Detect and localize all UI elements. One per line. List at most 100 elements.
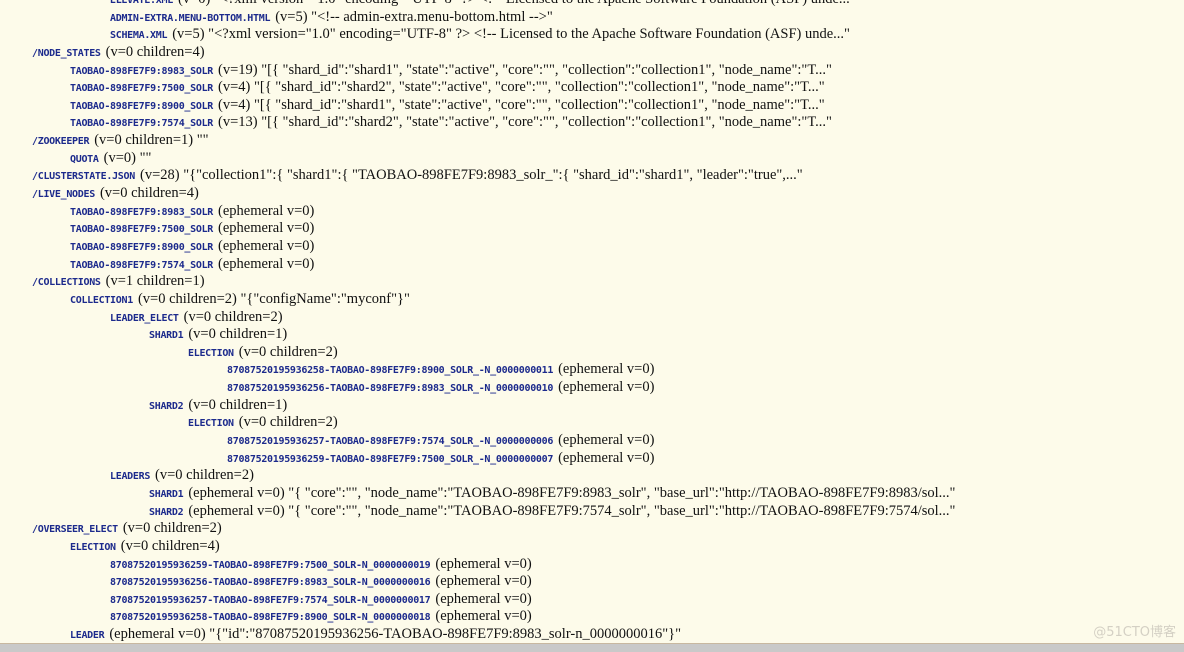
node-name-link[interactable]: SHARD1	[149, 489, 184, 500]
tree-node: 87087520195936256-TAOBAO-898FE7F9:8983_S…	[0, 573, 1184, 591]
node-name-link[interactable]: 87087520195936258-TAOBAO-898FE7F9:8900_S…	[227, 365, 553, 376]
tree-node: QUOTA (v=0) ""	[0, 150, 1184, 168]
node-meta: (ephemeral v=0)	[218, 220, 315, 237]
node-meta: (v=0 children=4)	[105, 43, 205, 60]
node-name-link[interactable]: LEADER_ELECT	[110, 313, 179, 324]
tree-node: TAOBAO-898FE7F9:7574_SOLR (v=13) "[{ "sha…	[0, 114, 1184, 132]
node-meta: (v=0 children=2)	[155, 467, 254, 484]
node-name-link[interactable]: 87087520195936257-TAOBAO-898FE7F9:7574_S…	[227, 436, 553, 447]
node-name-link[interactable]: SCHEMA.XML	[110, 30, 168, 41]
tree-node: SHARD1 (ephemeral v=0) "{ "core":"", "nod…	[0, 485, 1184, 503]
node-meta: (v=4) "[{ "shard_id":"shard2", "state":"…	[218, 79, 825, 96]
tree-node: LEADERS (v=0 children=2)	[0, 467, 1184, 485]
tree-node: /ZOOKEEPER (v=0 children=1) ""	[0, 132, 1184, 150]
node-name-link[interactable]: TAOBAO-898FE7F9:8900_SOLR	[70, 101, 213, 112]
node-meta: (ephemeral v=0)	[558, 432, 655, 449]
node-name-link[interactable]: /COLLECTIONS	[32, 277, 101, 288]
node-name-link[interactable]: ELEVATE.XML	[110, 0, 173, 6]
node-name-link[interactable]: ELECTION	[70, 542, 116, 553]
tree-node: TAOBAO-898FE7F9:8983_SOLR (v=19) "[{ "sha…	[0, 62, 1184, 80]
node-meta: (v=0 children=1) ""	[94, 132, 209, 149]
node-name-link[interactable]: SHARD2	[149, 401, 184, 412]
node-name-link[interactable]: /NODE_STATES	[32, 48, 101, 59]
tree-node: 87087520195936257-TAOBAO-898FE7F9:7574_S…	[0, 591, 1184, 609]
tree-node: SHARD2 (v=0 children=1)	[0, 397, 1184, 415]
node-meta: (v=0 children=2)	[183, 308, 283, 325]
node-name-link[interactable]: /OVERSEER_ELECT	[32, 524, 118, 535]
node-name-link[interactable]: TAOBAO-898FE7F9:8900_SOLR	[70, 242, 213, 253]
node-meta: (v=28) "{"collection1":{ "shard1":{ "TAO…	[139, 167, 803, 184]
tree-node: ELEVATE.XML (v=0) "<?xml version="1.0" en…	[0, 0, 1184, 9]
node-meta: (ephemeral v=0)	[558, 379, 655, 396]
tree-node: 87087520195936259-TAOBAO-898FE7F9:7500_S…	[0, 556, 1184, 574]
tree-node: ADMIN-EXTRA.MENU-BOTTOM.HTML (v=5) "<!-- …	[0, 9, 1184, 27]
tree-node: /COLLECTIONS (v=1 children=1)	[0, 273, 1184, 291]
tree-node: TAOBAO-898FE7F9:7574_SOLR (ephemeral v=0)	[0, 256, 1184, 274]
tree-node: LEADER (ephemeral v=0) "{"id":"8708752019…	[0, 626, 1184, 644]
node-name-link[interactable]: /ZOOKEEPER	[32, 136, 90, 147]
tree-node: ELECTION (v=0 children=2)	[0, 414, 1184, 432]
node-name-link[interactable]: LEADERS	[110, 471, 150, 482]
node-meta: (v=0 children=1)	[188, 326, 288, 343]
tree-node: TAOBAO-898FE7F9:7500_SOLR (v=4) "[{ "shar…	[0, 79, 1184, 97]
tree-node: SCHEMA.XML (v=5) "<?xml version="1.0" enc…	[0, 26, 1184, 44]
node-name-link[interactable]: SHARD2	[149, 507, 184, 518]
node-name-link[interactable]: 87087520195936256-TAOBAO-898FE7F9:8983_S…	[227, 383, 553, 394]
watermark: @51CTO博客	[1093, 625, 1176, 640]
node-meta: (v=19) "[{ "shard_id":"shard1", "state":…	[218, 61, 832, 78]
node-meta: (ephemeral v=0)	[558, 449, 655, 466]
node-name-link[interactable]: 87087520195936256-TAOBAO-898FE7F9:8983_S…	[110, 577, 431, 588]
node-name-link[interactable]: /LIVE_NODES	[32, 189, 95, 200]
node-name-link[interactable]: SHARD1	[149, 330, 184, 341]
tree-node: LEADER_ELECT (v=0 children=2)	[0, 309, 1184, 327]
tree-node: /LIVE_NODES (v=0 children=4)	[0, 185, 1184, 203]
node-name-link[interactable]: TAOBAO-898FE7F9:7500_SOLR	[70, 83, 213, 94]
node-meta: (v=0) ""	[103, 149, 152, 166]
tree-node: /CLUSTERSTATE.JSON (v=28) "{"collection1"…	[0, 167, 1184, 185]
node-meta: (v=13) "[{ "shard_id":"shard2", "state":…	[218, 114, 832, 131]
tree-node: COLLECTION1 (v=0 children=2) "{"configNam…	[0, 291, 1184, 309]
node-name-link[interactable]: TAOBAO-898FE7F9:8983_SOLR	[70, 207, 213, 218]
node-name-link[interactable]: ELECTION	[188, 348, 234, 359]
tree-node: ELECTION (v=0 children=4)	[0, 538, 1184, 556]
node-name-link[interactable]: 87087520195936259-TAOBAO-898FE7F9:7500_S…	[110, 560, 431, 571]
node-meta: (v=0 children=4)	[99, 185, 199, 202]
node-name-link[interactable]: 87087520195936258-TAOBAO-898FE7F9:8900_S…	[110, 612, 431, 623]
node-name-link[interactable]: TAOBAO-898FE7F9:7500_SOLR	[70, 224, 213, 235]
node-meta: (ephemeral v=0)	[435, 590, 532, 607]
tree-node: SHARD2 (ephemeral v=0) "{ "core":"", "nod…	[0, 503, 1184, 521]
node-name-link[interactable]: ADMIN-EXTRA.MENU-BOTTOM.HTML	[110, 13, 270, 24]
node-meta: (ephemeral v=0)	[435, 608, 532, 625]
node-meta: (v=5) "<!-- admin-extra.menu-bottom.html…	[275, 8, 553, 25]
node-meta: (ephemeral v=0)	[435, 573, 532, 590]
node-meta: (ephemeral v=0)	[218, 237, 315, 254]
zookeeper-tree: ELEVATE.XML (v=0) "<?xml version="1.0" en…	[0, 0, 1184, 644]
node-meta: (v=0 children=2)	[238, 414, 338, 431]
node-name-link[interactable]: TAOBAO-898FE7F9:7574_SOLR	[70, 260, 213, 271]
node-meta: (v=0 children=2)	[238, 343, 338, 360]
node-name-link[interactable]: COLLECTION1	[70, 295, 133, 306]
node-name-link[interactable]: LEADER	[70, 630, 105, 641]
node-meta: (v=0 children=2)	[122, 520, 222, 537]
node-meta: (ephemeral v=0)	[558, 361, 655, 378]
node-name-link[interactable]: TAOBAO-898FE7F9:7574_SOLR	[70, 118, 213, 129]
node-name-link[interactable]: 87087520195936259-TAOBAO-898FE7F9:7500_S…	[227, 454, 553, 465]
tree-node: /NODE_STATES (v=0 children=4)	[0, 44, 1184, 62]
tree-node: 87087520195936257-TAOBAO-898FE7F9:7574_S…	[0, 432, 1184, 450]
node-name-link[interactable]: 87087520195936257-TAOBAO-898FE7F9:7574_S…	[110, 595, 431, 606]
tree-node: TAOBAO-898FE7F9:8983_SOLR (ephemeral v=0)	[0, 203, 1184, 221]
tree-node: /OVERSEER_ELECT (v=0 children=2)	[0, 520, 1184, 538]
node-name-link[interactable]: /CLUSTERSTATE.JSON	[32, 171, 135, 182]
bottom-bar	[0, 643, 1184, 652]
node-meta: (ephemeral v=0)	[218, 255, 315, 272]
node-meta: (v=0) "<?xml version="1.0" encoding="UTF…	[178, 0, 856, 7]
tree-node: 87087520195936258-TAOBAO-898FE7F9:8900_S…	[0, 361, 1184, 379]
node-name-link[interactable]: QUOTA	[70, 154, 99, 165]
node-name-link[interactable]: TAOBAO-898FE7F9:8983_SOLR	[70, 66, 213, 77]
node-name-link[interactable]: ELECTION	[188, 418, 234, 429]
node-meta: (v=0 children=2) "{"configName":"myconf"…	[137, 290, 410, 307]
tree-node: TAOBAO-898FE7F9:8900_SOLR (v=4) "[{ "shar…	[0, 97, 1184, 115]
tree-node: 87087520195936258-TAOBAO-898FE7F9:8900_S…	[0, 608, 1184, 626]
node-meta: (v=5) "<?xml version="1.0" encoding="UTF…	[172, 26, 850, 43]
node-meta: (ephemeral v=0)	[435, 555, 532, 572]
